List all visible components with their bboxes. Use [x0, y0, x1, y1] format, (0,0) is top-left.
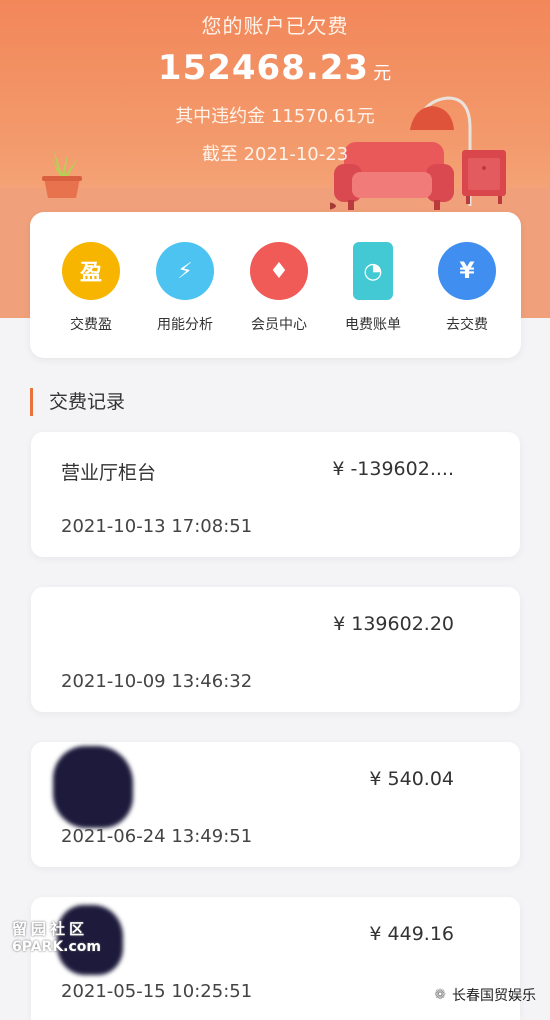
penalty-text: 其中违约金 11570.61元: [175, 106, 375, 127]
menu-item-member-center[interactable]: ♦ 会员中心: [232, 242, 326, 334]
wechat-icon: ❁: [434, 987, 446, 1003]
record-amount: ¥ 139602.20: [333, 613, 454, 635]
watermark-channel: ❁ 长春国贸娱乐: [434, 987, 536, 1004]
payment-record[interactable]: ¥ 139602.20 2021-10-09 13:46:32: [31, 587, 520, 712]
amount-unit: 元: [373, 63, 393, 84]
menu-item-label: 交费盈: [70, 317, 112, 333]
record-channel: 营业厅柜台: [61, 462, 157, 484]
arrears-title: 您的账户已欠费: [201, 14, 349, 38]
arrears-amount-value: 152468.23: [157, 48, 370, 88]
record-time: 2021-06-24 13:49:51: [61, 826, 253, 847]
bill-icon: ◔: [353, 242, 393, 300]
arrears-amount: 152468.23 元: [0, 48, 550, 88]
payment-record[interactable]: ¥ 540.04 2021-06-24 13:49:51: [31, 742, 520, 867]
until-date: 截至 2021-10-23: [201, 144, 349, 165]
ying-icon: 盈: [62, 242, 120, 300]
quick-menu: 盈 交费盈 ⚡ 用能分析 ♦ 会员中心 ◔ 电费账单 ¥ 去交费: [30, 212, 521, 358]
menu-item-label: 电费账单: [345, 317, 401, 333]
record-time: 2021-05-15 10:25:51: [61, 981, 253, 1002]
record-amount: ¥ 540.04: [369, 768, 454, 790]
menu-item-energy-analysis[interactable]: ⚡ 用能分析: [138, 242, 232, 334]
record-time: 2021-10-09 13:46:32: [61, 671, 253, 692]
watermark-6park: 留园社区 6PARK.com: [12, 920, 102, 955]
record-amount: ¥ 449.16: [369, 923, 454, 945]
yen-bulb-icon: ¥: [438, 242, 496, 300]
energy-analysis-icon: ⚡: [156, 242, 214, 300]
payment-record[interactable]: 营业厅柜台 ¥ -139602.... 2021-10-13 17:08:51: [31, 432, 520, 557]
redacted-blur: [53, 746, 133, 828]
record-amount: ¥ -139602....: [332, 458, 454, 480]
menu-item-label: 会员中心: [251, 317, 307, 333]
diamond-icon: ♦: [250, 242, 308, 300]
menu-item-label: 去交费: [446, 317, 488, 333]
record-time: 2021-10-13 17:08:51: [61, 516, 253, 537]
menu-item-pay[interactable]: ¥ 去交费: [420, 242, 514, 334]
menu-item-label: 用能分析: [157, 317, 213, 333]
menu-item-electric-bill[interactable]: ◔ 电费账单: [326, 242, 420, 334]
payment-records-title: 交费记录: [30, 388, 125, 416]
menu-item-jiaofeiying[interactable]: 盈 交费盈: [44, 242, 138, 334]
